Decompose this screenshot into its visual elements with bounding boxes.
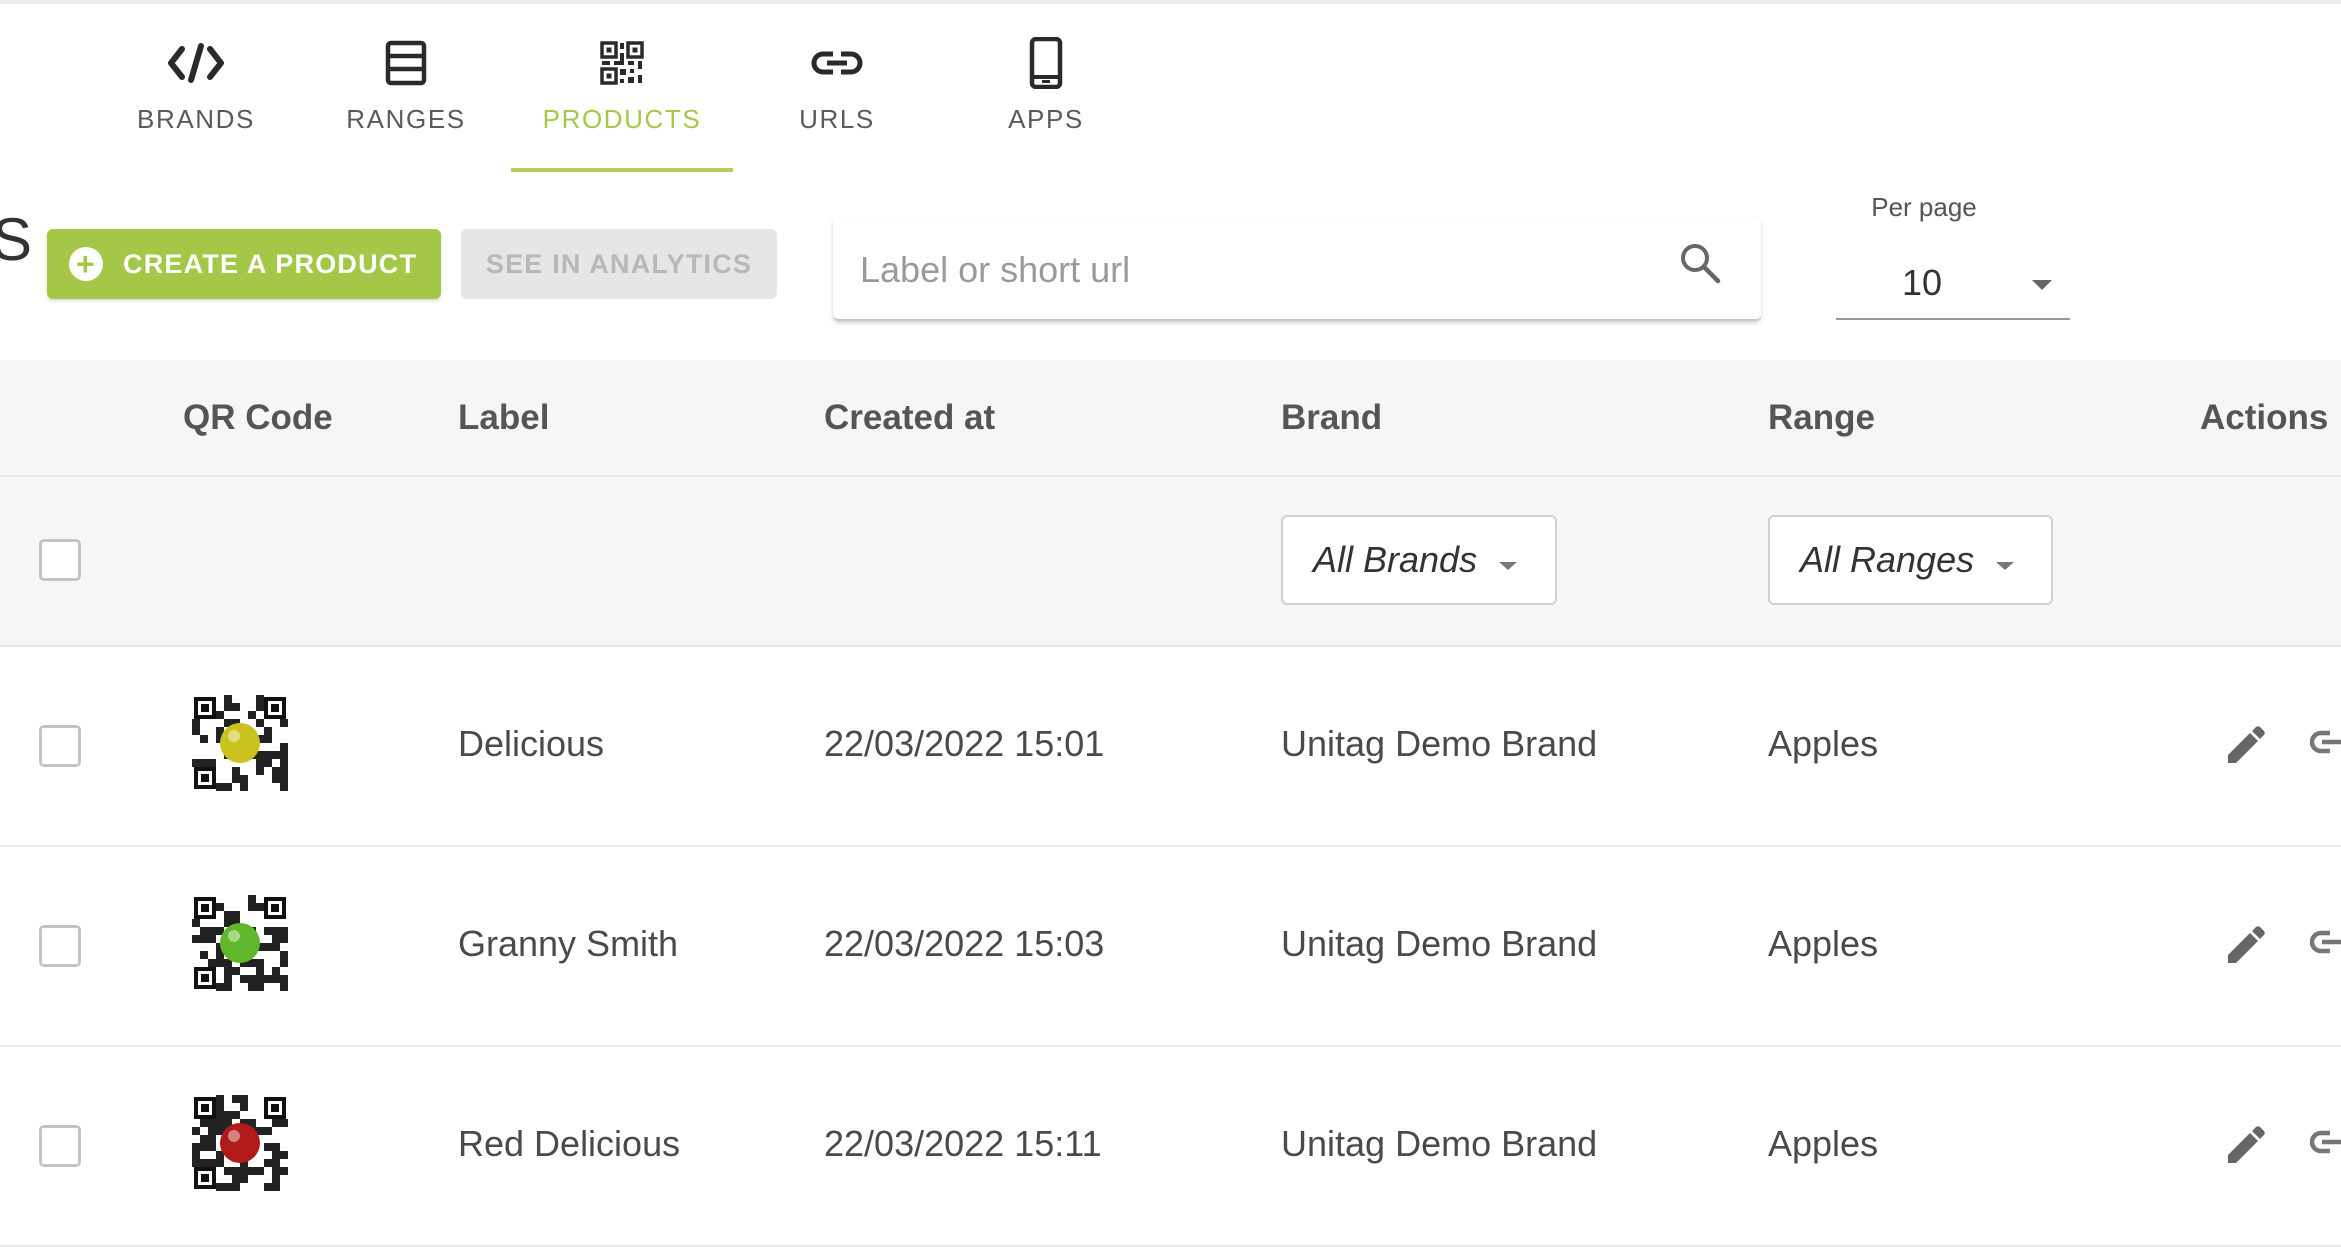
column-header-created-at[interactable]: Created at — [824, 398, 995, 438]
code-icon — [168, 30, 224, 96]
row-checkbox[interactable] — [39, 725, 81, 767]
column-header-range[interactable]: Range — [1768, 398, 1875, 438]
link-icon[interactable] — [2309, 1127, 2341, 1162]
tab-label: BRANDS — [137, 104, 255, 134]
qr-code-icon — [600, 30, 644, 96]
search-icon[interactable] — [1678, 241, 1722, 290]
table-header: QR Code Label Created at Brand Range Act… — [0, 360, 2341, 477]
row-brand: Unitag Demo Brand — [1281, 1123, 1598, 1164]
tab-products[interactable]: PRODUCTS — [530, 30, 714, 170]
link-icon[interactable] — [2309, 727, 2341, 762]
range-filter-select[interactable]: All Ranges — [1768, 515, 2053, 605]
search-box — [833, 217, 1761, 321]
row-brand: Unitag Demo Brand — [1281, 723, 1598, 764]
qr-code-image[interactable] — [192, 895, 288, 991]
caret-down-icon — [1497, 539, 1519, 581]
row-created-at: 22/03/2022 15:11 — [824, 1123, 1102, 1164]
row-label: Delicious — [458, 723, 605, 764]
edit-icon[interactable] — [2222, 723, 2268, 774]
per-page-label: Per page — [1871, 192, 1977, 222]
caret-down-icon — [2030, 278, 2054, 297]
row-created-at: 22/03/2022 15:01 — [824, 723, 1105, 764]
row-label: Red Delicious — [458, 1123, 681, 1164]
column-header-brand[interactable]: Brand — [1281, 398, 1382, 438]
range-filter-value: All Ranges — [1800, 539, 1975, 580]
tab-brands[interactable]: BRANDS — [126, 30, 266, 170]
column-header-qr-code[interactable]: QR Code — [183, 398, 333, 438]
tab-label: URLS — [799, 104, 875, 134]
brand-filter-value: All Brands — [1313, 539, 1478, 580]
select-all-checkbox[interactable] — [39, 539, 81, 581]
row-label: Granny Smith — [458, 923, 679, 964]
row-checkbox[interactable] — [39, 925, 81, 967]
per-page-value: 10 — [1902, 262, 1943, 303]
filter-row: All Brands All Ranges — [0, 477, 2341, 647]
list-icon — [384, 30, 428, 96]
see-in-analytics-button[interactable]: SEE IN ANALYTICS — [461, 229, 777, 299]
page-title-fragment: S — [0, 206, 33, 273]
plus-circle-icon: + — [69, 247, 103, 281]
edit-icon[interactable] — [2222, 923, 2268, 974]
row-brand: Unitag Demo Brand — [1281, 923, 1598, 964]
table-row: Red Delicious 22/03/2022 15:11 Unitag Demo… — [0, 1047, 2341, 1247]
link-icon[interactable] — [2309, 927, 2341, 962]
brand-filter-select[interactable]: All Brands — [1281, 515, 1557, 605]
qr-code-image[interactable] — [192, 695, 288, 791]
analytics-label: SEE IN ANALYTICS — [485, 248, 753, 279]
table-row: Granny Smith 22/03/2022 15:03 Unitag Demo … — [0, 847, 2341, 1047]
tab-ranges[interactable]: RANGES — [336, 30, 476, 170]
row-range: Apples — [1768, 1123, 1879, 1164]
tab-label: PRODUCTS — [542, 104, 702, 134]
row-range: Apples — [1768, 923, 1879, 964]
row-range: Apples — [1768, 723, 1879, 764]
tab-label: RANGES — [346, 104, 466, 134]
qr-code-image[interactable] — [192, 1095, 288, 1191]
tab-label: APPS — [1008, 104, 1084, 134]
active-tab-indicator — [511, 168, 733, 172]
row-checkbox[interactable] — [39, 1125, 81, 1167]
row-created-at: 22/03/2022 15:03 — [824, 923, 1105, 964]
tab-apps[interactable]: APPS — [996, 30, 1096, 170]
table-row: Delicious 22/03/2022 15:01 Unitag Demo Bra… — [0, 647, 2341, 847]
tab-bar: BRANDS RANGES PRODUCTS URLS APPS — [0, 0, 2341, 175]
create-product-label: CREATE A PRODUCT — [123, 248, 418, 279]
search-input[interactable] — [858, 241, 1642, 299]
column-header-actions: Actions — [2200, 398, 2329, 437]
create-product-button[interactable]: + CREATE A PRODUCT — [47, 229, 441, 299]
phone-icon — [1029, 30, 1063, 96]
edit-icon[interactable] — [2222, 1123, 2268, 1174]
tab-urls[interactable]: URLS — [787, 30, 887, 170]
per-page-select[interactable]: 10 — [1836, 250, 2070, 320]
link-icon — [811, 30, 863, 96]
column-header-label[interactable]: Label — [458, 398, 549, 438]
caret-down-icon — [1994, 539, 2016, 581]
